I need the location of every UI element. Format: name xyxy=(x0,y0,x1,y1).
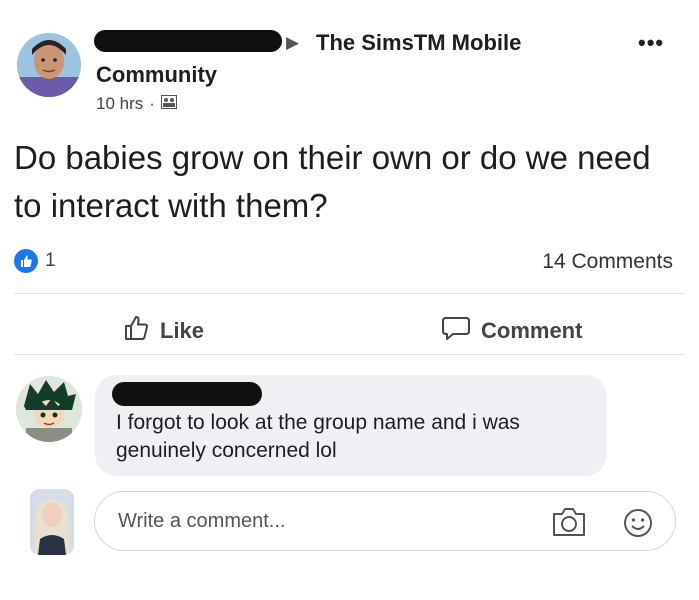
post-time[interactable]: 10 hrs xyxy=(96,94,143,114)
smiley-icon[interactable] xyxy=(623,508,653,543)
like-count[interactable]: 1 xyxy=(45,250,56,272)
post-meta: 10 hrs · xyxy=(96,94,177,114)
like-button[interactable]: Like xyxy=(122,314,204,348)
like-label: Like xyxy=(160,318,205,343)
camera-icon[interactable] xyxy=(551,506,587,543)
comment-text: I forgot to look at the group name and i… xyxy=(116,411,520,462)
commenter-avatar[interactable] xyxy=(16,376,82,442)
comments-count[interactable]: 14 Comments xyxy=(542,250,673,274)
redacted-commenter-name xyxy=(112,382,262,406)
post-text: Do babies grow on their own or do we nee… xyxy=(14,139,651,224)
thumbs-up-icon xyxy=(122,314,150,348)
arrow-right-icon: ▶ xyxy=(286,33,300,52)
redacted-poster-name xyxy=(94,30,282,52)
comment-bubble-icon xyxy=(441,314,471,348)
divider-bottom xyxy=(14,354,684,355)
comment-button[interactable]: Comment xyxy=(441,314,582,348)
group-name-link[interactable]: The SimsTM Mobile xyxy=(316,30,521,56)
community-label[interactable]: Community xyxy=(96,62,217,88)
privacy-group-icon xyxy=(160,94,177,114)
current-user-avatar[interactable] xyxy=(30,489,74,555)
divider-top xyxy=(14,293,684,294)
meta-separator: · xyxy=(149,94,155,113)
comment-label: Comment xyxy=(481,318,583,343)
like-reaction-icon[interactable] xyxy=(14,249,38,273)
more-options-icon[interactable]: ••• xyxy=(638,30,664,56)
comment-input-placeholder: Write a comment... xyxy=(118,510,286,532)
poster-avatar[interactable] xyxy=(17,33,81,97)
